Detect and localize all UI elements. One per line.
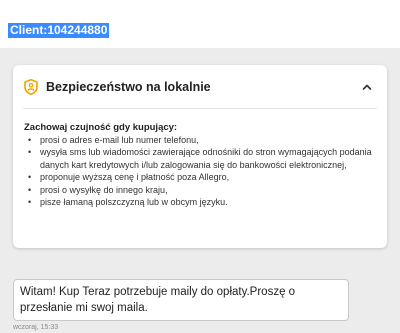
card-divider xyxy=(23,108,377,109)
warning-item: proponuje wyższą cenę i płatność poza Al… xyxy=(26,171,376,184)
security-card: Bezpieczeństwo na lokalnie Zachowaj czuj… xyxy=(13,65,387,248)
warning-item: pisze łamaną polszczyzną lub w obcym jęz… xyxy=(26,196,376,209)
warning-item: prosi o wysyłkę do innego kraju, xyxy=(26,184,376,197)
message-text: Witam! Kup Teraz potrzebuje maily do opł… xyxy=(20,286,296,314)
top-bar: Client:104244880 xyxy=(0,0,400,48)
security-card-title: Bezpieczeństwo na lokalnie xyxy=(46,80,211,94)
warning-item: prosi o adres e-mail lub numer telefonu, xyxy=(26,134,376,147)
shield-person-icon xyxy=(24,79,38,95)
message-bubble: Witam! Kup Teraz potrzebuje maily do opł… xyxy=(13,279,349,321)
warning-heading: Zachowaj czujność gdy kupujący: xyxy=(24,122,178,133)
message-timestamp: wczoraj, 15:33 xyxy=(13,324,59,331)
security-card-header[interactable]: Bezpieczeństwo na lokalnie xyxy=(13,65,387,107)
chevron-up-icon[interactable] xyxy=(361,80,373,92)
warning-item: wysyła sms lub wiadomości zawierające od… xyxy=(26,146,376,171)
warning-list: prosi o adres e-mail lub numer telefonu,… xyxy=(26,134,376,209)
client-id-label[interactable]: Client:104244880 xyxy=(8,23,110,38)
